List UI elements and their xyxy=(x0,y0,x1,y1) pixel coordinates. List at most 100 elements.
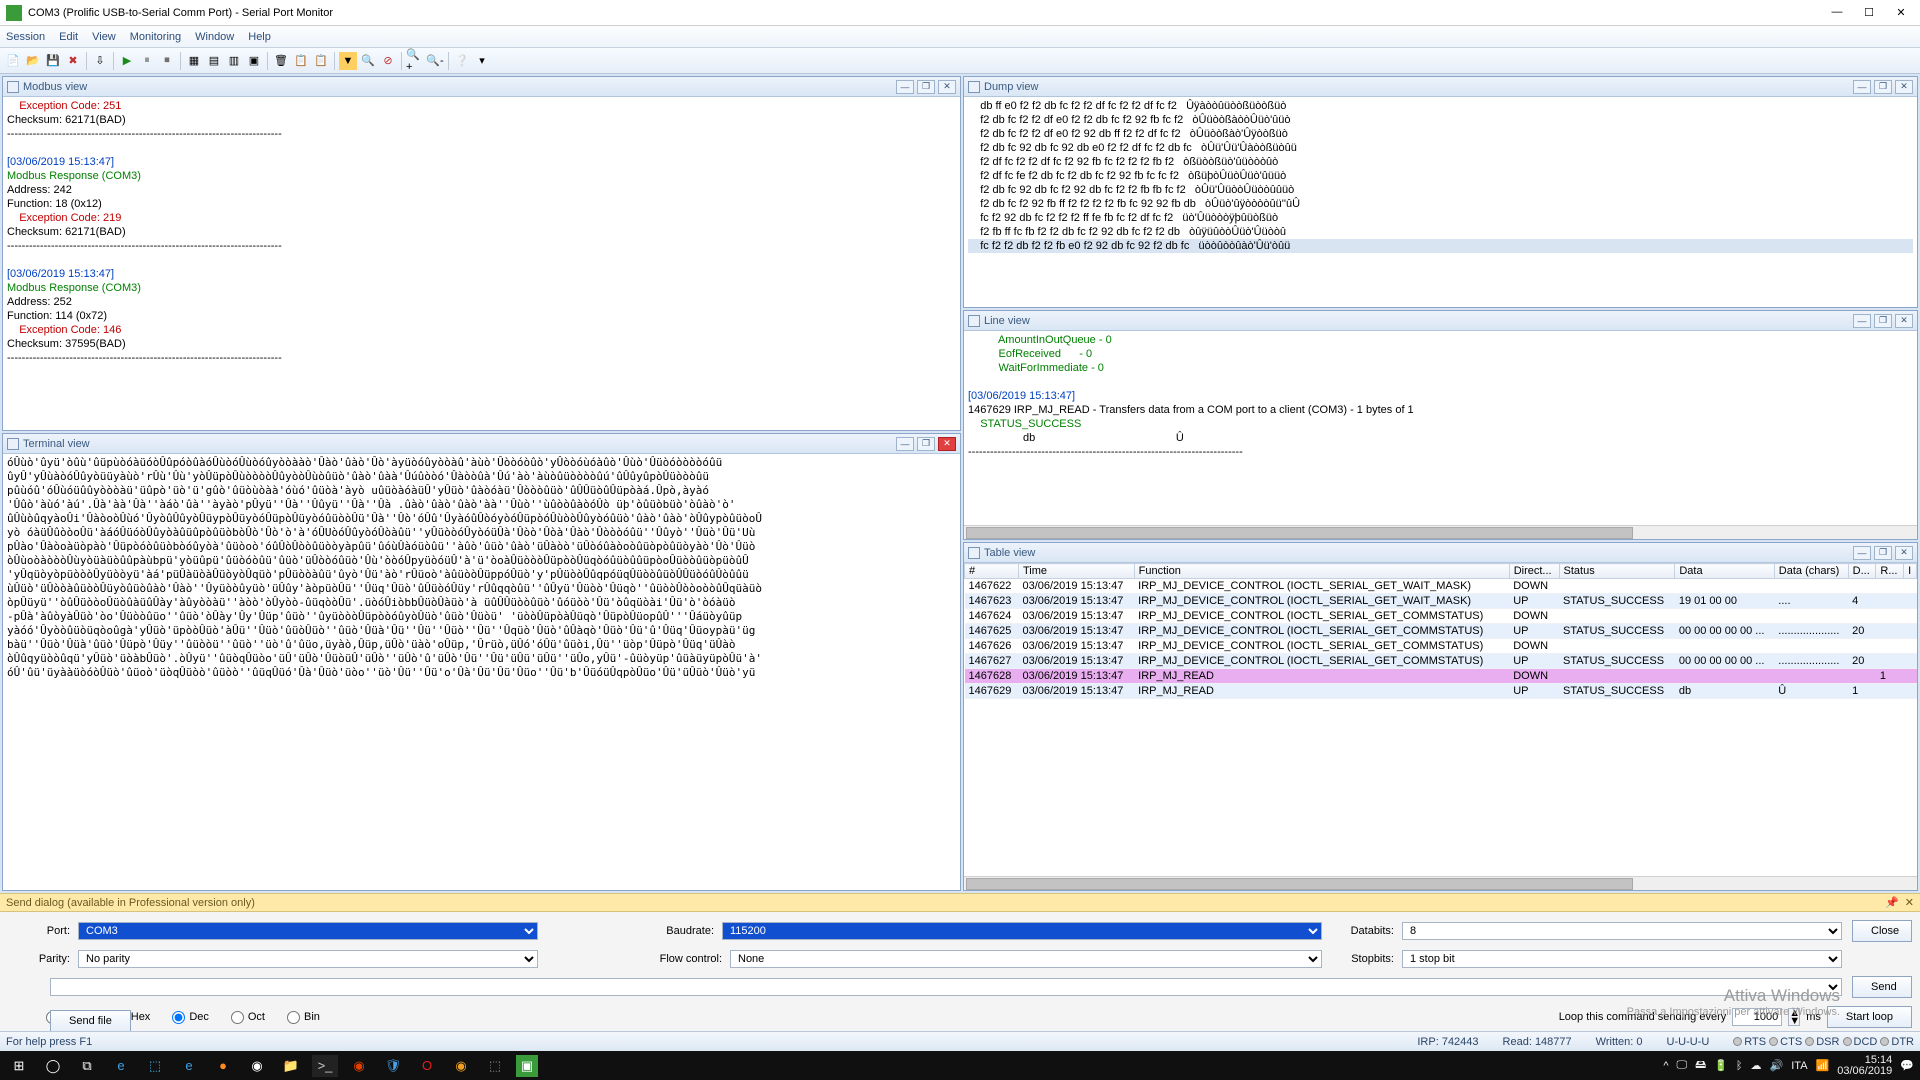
view1-icon[interactable]: ▦ xyxy=(185,52,203,70)
start-button[interactable]: ⊞ xyxy=(6,1055,32,1077)
view3-icon[interactable]: ▥ xyxy=(225,52,243,70)
table-row[interactable]: 146762203/06/2019 15:13:47IRP_MJ_DEVICE_… xyxy=(965,579,1917,594)
table-header[interactable]: I xyxy=(1904,564,1917,579)
table-row[interactable]: 146762403/06/2019 15:13:47IRP_MJ_DEVICE_… xyxy=(965,609,1917,624)
panel-min-icon[interactable]: — xyxy=(1853,314,1871,328)
taskbar-chrome-icon[interactable]: ◉ xyxy=(244,1055,270,1077)
new-session-icon[interactable]: 📄 xyxy=(4,52,22,70)
dump-body[interactable]: db ff e0 f2 f2 db fc f2 f2 df fc f2 f2 d… xyxy=(964,97,1917,307)
table-header[interactable]: Status xyxy=(1559,564,1675,579)
senddlg-close-icon[interactable]: ✕ xyxy=(1905,896,1914,909)
taskbar-opera-icon[interactable]: O xyxy=(414,1055,440,1077)
tray-lang-icon[interactable]: ITA xyxy=(1791,1060,1807,1072)
panel-close-icon[interactable]: ✕ xyxy=(938,80,956,94)
table-body[interactable]: #TimeFunctionDirect...StatusDataData (ch… xyxy=(964,563,1917,876)
parity-select[interactable]: No parity xyxy=(78,950,538,968)
menu-monitoring[interactable]: Monitoring xyxy=(130,31,181,43)
send-button[interactable]: Send xyxy=(1852,976,1912,998)
taskbar-explorer-icon[interactable]: 📁 xyxy=(278,1055,304,1077)
panel-close-icon[interactable]: ✕ xyxy=(1895,314,1913,328)
panel-max-icon[interactable]: ❐ xyxy=(1874,80,1892,94)
open-icon[interactable]: 📂 xyxy=(24,52,42,70)
table-header[interactable]: Data xyxy=(1675,564,1774,579)
table-row[interactable]: 146762503/06/2019 15:13:47IRP_MJ_DEVICE_… xyxy=(965,624,1917,639)
databits-select[interactable]: 8 xyxy=(1402,922,1842,940)
filter-icon[interactable]: ▼ xyxy=(339,52,357,70)
menu-session[interactable]: Session xyxy=(6,31,45,43)
tray-bluetooth-icon[interactable]: ᛒ xyxy=(1736,1060,1743,1072)
panel-min-icon[interactable]: — xyxy=(1853,546,1871,560)
table-header[interactable]: Time xyxy=(1018,564,1134,579)
tray-notifications-icon[interactable]: 💬 xyxy=(1900,1059,1914,1072)
panel-close-icon[interactable]: ✕ xyxy=(938,437,956,451)
panel-min-icon[interactable]: — xyxy=(896,80,914,94)
tray-volume-icon[interactable]: 🔊 xyxy=(1770,1059,1784,1072)
table-header[interactable]: Direct... xyxy=(1509,564,1559,579)
senddlg-pin-icon[interactable]: 📌 xyxy=(1885,896,1899,909)
stop-icon[interactable]: ⏹ xyxy=(158,52,176,70)
panel-close-icon[interactable]: ✕ xyxy=(1895,80,1913,94)
copy-icon[interactable]: 📋 xyxy=(292,52,310,70)
panel-max-icon[interactable]: ❐ xyxy=(917,437,935,451)
dropdown-icon[interactable]: ▾ xyxy=(473,52,491,70)
minimize-button[interactable]: — xyxy=(1830,6,1844,19)
port-select[interactable]: COM3 xyxy=(78,922,538,940)
taskbar-ubuntu-icon[interactable]: ◉ xyxy=(346,1055,372,1077)
taskbar-terminal-icon[interactable]: >_ xyxy=(312,1055,338,1077)
taskbar-app2-icon[interactable]: ⬚ xyxy=(482,1055,508,1077)
send-file-button[interactable]: Send file xyxy=(50,1010,131,1032)
taskbar-canary-icon[interactable]: ◉ xyxy=(448,1055,474,1077)
close-button[interactable]: ✕ xyxy=(1894,6,1908,19)
export-icon[interactable]: ⇩ xyxy=(91,52,109,70)
tray-cloud-icon[interactable]: ☁ xyxy=(1751,1059,1762,1072)
table-row[interactable]: 146762903/06/2019 15:13:47IRP_MJ_READUPS… xyxy=(965,684,1917,699)
maximize-button[interactable]: ☐ xyxy=(1862,6,1876,19)
panel-max-icon[interactable]: ❐ xyxy=(1874,314,1892,328)
close-button[interactable]: Close xyxy=(1852,920,1912,942)
table-row[interactable]: 146762603/06/2019 15:13:47IRP_MJ_DEVICE_… xyxy=(965,639,1917,654)
flow-select[interactable]: None xyxy=(730,950,1322,968)
send-data-input[interactable] xyxy=(50,978,1842,996)
find-icon[interactable]: 🔍 xyxy=(359,52,377,70)
tray-wifi-icon[interactable]: 📶 xyxy=(1816,1059,1830,1072)
table-row[interactable]: 146762803/06/2019 15:13:47IRP_MJ_READDOW… xyxy=(965,669,1917,684)
stopbits-select[interactable]: 1 stop bit xyxy=(1402,950,1842,968)
menu-view[interactable]: View xyxy=(92,31,116,43)
taskbar-edge-icon[interactable]: e xyxy=(108,1055,134,1077)
save-icon[interactable]: 💾 xyxy=(44,52,62,70)
table-header[interactable]: Data (chars) xyxy=(1774,564,1848,579)
taskbar-firefox-icon[interactable]: ● xyxy=(210,1055,236,1077)
taskbar-spm-icon[interactable]: ▣ xyxy=(516,1055,538,1077)
tray-icon[interactable]: 🖴 xyxy=(1695,1056,1706,1075)
table-header[interactable]: Function xyxy=(1134,564,1509,579)
menu-window[interactable]: Window xyxy=(195,31,234,43)
panel-max-icon[interactable]: ❐ xyxy=(1874,546,1892,560)
view4-icon[interactable]: ▣ xyxy=(245,52,263,70)
taskbar-taskview-icon[interactable]: ⧉ xyxy=(74,1055,100,1077)
zoomin-icon[interactable]: 🔍+ xyxy=(406,52,424,70)
close-icon[interactable]: ✖ xyxy=(64,52,82,70)
play-icon[interactable]: ▶ xyxy=(118,52,136,70)
taskbar-defender-icon[interactable]: 🛡 xyxy=(380,1055,406,1077)
zoomout-icon[interactable]: 🔍- xyxy=(426,52,444,70)
modbus-body[interactable]: Exception Code: 251Checksum: 62171(BAD)-… xyxy=(3,97,960,430)
pause-icon[interactable]: ⏸ xyxy=(138,52,156,70)
menu-edit[interactable]: Edit xyxy=(59,31,78,43)
tray-clock[interactable]: 15:1403/06/2019 xyxy=(1837,1055,1892,1077)
baud-select[interactable]: 115200 xyxy=(722,922,1322,940)
table-row[interactable]: 146762703/06/2019 15:13:47IRP_MJ_DEVICE_… xyxy=(965,654,1917,669)
paste-icon[interactable]: 📋 xyxy=(312,52,330,70)
line-body[interactable]: AmountInOutQueue - 0 EofReceived - 0 Wai… xyxy=(964,331,1917,525)
panel-max-icon[interactable]: ❐ xyxy=(917,80,935,94)
taskbar-ie-icon[interactable]: e xyxy=(176,1055,202,1077)
clear-icon[interactable]: 🗑 xyxy=(272,52,290,70)
panel-min-icon[interactable]: — xyxy=(896,437,914,451)
tray-icon[interactable]: 🖵 xyxy=(1676,1059,1687,1072)
taskbar-app-icon[interactable]: ⬚ xyxy=(142,1055,168,1077)
tray-chevron-icon[interactable]: ^ xyxy=(1663,1060,1668,1072)
table-hscrollbar[interactable] xyxy=(964,876,1917,890)
help-icon[interactable]: ❔ xyxy=(453,52,471,70)
table-header[interactable]: R... xyxy=(1876,564,1904,579)
table-header[interactable]: # xyxy=(965,564,1019,579)
table-row[interactable]: 146762303/06/2019 15:13:47IRP_MJ_DEVICE_… xyxy=(965,594,1917,609)
